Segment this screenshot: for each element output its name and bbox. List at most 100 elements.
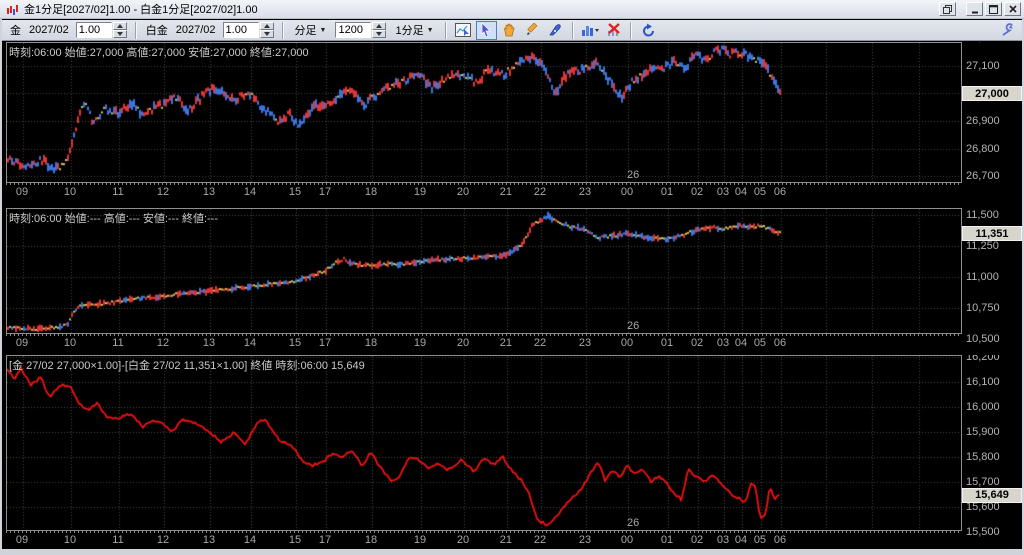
x-tick-label: 00 <box>620 186 634 198</box>
cursor-tool-button[interactable] <box>475 20 497 40</box>
date-label: 26 <box>627 169 640 181</box>
bar-style-dropdown-button[interactable] <box>580 21 601 40</box>
platinum-multiplier-input[interactable] <box>222 22 259 38</box>
platinum-contract-label: 2027/02 <box>175 24 216 36</box>
gold-multiplier-input[interactable] <box>75 22 112 38</box>
y-tick-label: 11,000 <box>966 270 999 283</box>
window-title: 金1分足[2027/02]1.00 - 白金1分足[2027/02]1.00 <box>24 4 258 16</box>
gold-multiplier-spinbox <box>75 22 127 38</box>
platinum-1min-candles-plot[interactable] <box>6 208 962 334</box>
platinum-multiplier-spinner[interactable] <box>259 22 274 38</box>
window-controls <box>939 2 1021 16</box>
x-tick-label: 17 <box>318 337 332 349</box>
x-tick-label: 11 <box>112 534 124 546</box>
pen-icon <box>549 24 561 36</box>
gold-1min-candles-y-axis: 27,200 27,100 27,000 26,900 26,800 26,700 <box>963 42 1022 199</box>
interval-label: 1分足 <box>395 25 424 37</box>
platinum-1min-candles-current-price: 11,351 <box>962 226 1022 242</box>
y-tick-label: 15,600 <box>966 501 1000 513</box>
candlestick-app-icon <box>6 3 20 15</box>
x-tick-label: 19 <box>413 337 427 349</box>
minimize-button[interactable] <box>966 2 983 16</box>
minor-tick-strip <box>6 334 960 336</box>
y-tick-label: 16,200 <box>966 355 1000 363</box>
x-tick-label: 10 <box>63 337 77 349</box>
chart-select-tool-button[interactable] <box>453 21 474 40</box>
y-tick-label: 26,700 <box>966 170 1000 183</box>
x-tick-label: 20 <box>456 186 470 198</box>
titlebar: 金1分足[2027/02]1.00 - 白金1分足[2027/02]1.00 <box>0 0 1024 19</box>
toolbar-separator <box>571 21 574 39</box>
chart-select-icon <box>455 22 472 37</box>
minor-tick-strip <box>6 531 960 533</box>
x-tick-label: 11 <box>112 337 124 349</box>
close-button[interactable] <box>1004 2 1021 16</box>
pencil-tool-button[interactable] <box>522 21 543 40</box>
maximize-button[interactable] <box>985 2 1002 16</box>
y-tick-label: 15,700 <box>966 476 1000 488</box>
bar-count-spinner[interactable] <box>372 22 387 38</box>
y-tick-label: 11,500 <box>966 208 999 221</box>
x-tick-label: 02 <box>690 337 704 349</box>
window-bottom-edge[interactable] <box>0 549 1024 555</box>
gold-multiplier-spinner[interactable] <box>112 22 127 38</box>
x-tick-label: 14 <box>243 337 257 349</box>
pan-tool-button[interactable] <box>499 21 520 40</box>
x-tick-label: 05 <box>753 534 767 546</box>
x-tick-label: 03 <box>716 337 730 349</box>
x-tick-label: 13 <box>202 534 216 546</box>
x-tick-label: 11 <box>112 186 124 198</box>
gold-platinum-spread-current-price: 15,649 <box>962 487 1022 503</box>
y-tick-label: 15,800 <box>966 451 1000 463</box>
x-tick-label: 14 <box>243 186 257 198</box>
x-tick-label: 22 <box>533 337 547 349</box>
bar-type-dropdown[interactable]: 分足 ▼ <box>293 21 329 39</box>
y-tick-label: 26,800 <box>966 142 1000 155</box>
toolbar: 金 2027/02 白金 2027/02 分足▼ 1分足▼ <box>0 20 1024 41</box>
x-tick-label: 23 <box>578 337 592 349</box>
interval-dropdown[interactable]: 1分足 ▼ <box>393 21 435 39</box>
gold-1min-candles-plot[interactable] <box>6 42 962 183</box>
pen-tool-button[interactable] <box>545 21 566 40</box>
x-tick-label: 18 <box>364 534 378 546</box>
x-tick-label: 23 <box>578 186 592 198</box>
y-tick-label: 11,250 <box>966 239 999 252</box>
x-tick-label: 06 <box>773 337 787 349</box>
chart-window: 金1分足[2027/02]1.00 - 白金1分足[2027/02]1.00 金… <box>0 0 1024 555</box>
bar-chart-icon <box>581 26 599 36</box>
x-tick-label: 15 <box>288 186 302 198</box>
x-tick-label: 13 <box>202 337 216 349</box>
gold-platinum-spread-x-axis: 09 10 11 12 13 14 15 17 18 19 20 21 22 23 00 01 02 03 04 05… <box>6 531 962 546</box>
platinum-label: 白金 <box>145 25 168 37</box>
gold-platinum-spread-header: [金 27/02 27,000×1.00]-[白金 27/02 11,351×1… <box>9 360 365 372</box>
bar-count-spinbox <box>335 22 387 38</box>
x-tick-label: 01 <box>660 337 674 349</box>
settings-button[interactable] <box>996 21 1017 40</box>
y-tick-label: 27,200 <box>966 42 1000 44</box>
y-tick-label: 16,000 <box>966 401 1000 413</box>
platinum-multiplier-spinbox <box>222 22 274 38</box>
x-tick-label: 21 <box>499 337 513 349</box>
x-tick-label: 10 <box>63 534 77 546</box>
x-tick-label: 03 <box>716 186 730 198</box>
y-tick-label: 15,900 <box>966 426 1000 438</box>
x-tick-label: 04 <box>734 337 748 349</box>
gold-1min-candles-current-price: 27,000 <box>962 86 1022 102</box>
y-tick-label: 26,900 <box>966 115 1000 128</box>
gold-platinum-spread-plot[interactable] <box>6 355 962 531</box>
refresh-button[interactable] <box>638 21 659 40</box>
x-tick-label: 21 <box>499 186 513 198</box>
x-tick-label: 17 <box>318 186 332 198</box>
x-tick-label: 23 <box>578 534 592 546</box>
y-tick-label: 27,100 <box>966 59 1000 72</box>
x-tick-label: 04 <box>734 186 748 198</box>
duplicate-window-button[interactable] <box>939 2 956 16</box>
x-tick-label: 22 <box>533 186 547 198</box>
x-tick-label: 00 <box>620 534 634 546</box>
delete-drawings-button[interactable] <box>603 21 624 40</box>
date-label: 26 <box>627 320 640 332</box>
y-tick-label: 16,100 <box>966 376 1000 388</box>
x-tick-label: 09 <box>15 186 29 198</box>
x-tick-label: 09 <box>15 534 29 546</box>
bar-count-input[interactable] <box>335 22 372 38</box>
